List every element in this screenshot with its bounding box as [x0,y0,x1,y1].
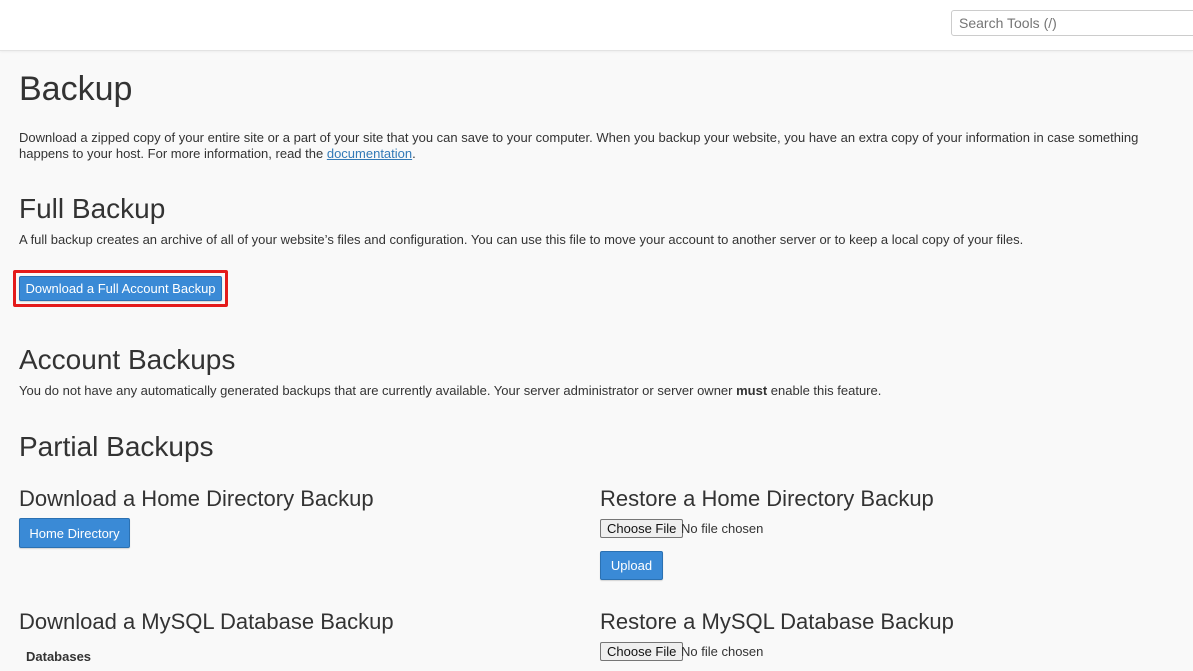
account-backups-text-before: You do not have any automatically genera… [19,383,737,398]
intro-line-2: happens to your host. For more informati… [19,146,1169,162]
download-full-account-backup-button[interactable]: Download a Full Account Backup [19,276,222,301]
account-backups-heading: Account Backups [19,344,236,375]
account-backups-text-after: enable this feature. [767,383,882,398]
upload-button[interactable]: Upload [600,551,663,580]
intro-line-2-text: happens to your host. For more informati… [19,146,327,161]
home-directory-button[interactable]: Home Directory [19,518,130,548]
mysql-choose-file-button[interactable]: Choose File [600,642,684,661]
mysql-restore-heading: Restore a MySQL Database Backup [600,609,954,634]
mysql-no-file-text: No file chosen [681,644,764,659]
documentation-link[interactable]: documentation [327,146,412,161]
home-download-heading: Download a Home Directory Backup [19,486,374,511]
top-bar [0,0,1193,51]
search-tools-input[interactable] [951,10,1193,36]
full-backup-heading: Full Backup [19,193,166,224]
databases-label: Databases [26,649,92,664]
partial-backups-heading: Partial Backups [19,431,214,462]
full-backup-description: A full backup creates an archive of all … [19,232,1024,247]
home-restore-heading: Restore a Home Directory Backup [600,486,934,511]
intro-line-1: Download a zipped copy of your entire si… [19,130,1139,145]
intro-paragraph: Download a zipped copy of your entire si… [19,130,1169,162]
account-backups-text-bold: must [736,383,768,398]
page-title: Backup [19,70,133,108]
intro-end: . [412,146,416,161]
mysql-download-heading: Download a MySQL Database Backup [19,609,394,634]
home-no-file-text: No file chosen [681,521,764,536]
account-backups-text: You do not have any automatically genera… [19,383,1169,399]
home-choose-file-button[interactable]: Choose File [600,519,684,538]
